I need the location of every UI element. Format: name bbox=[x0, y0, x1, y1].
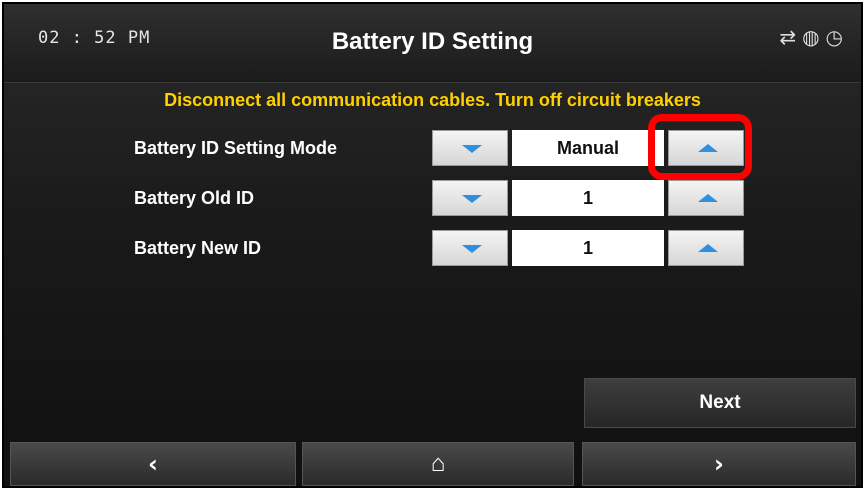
nav-home-button[interactable]: ⌂ bbox=[302, 442, 574, 486]
setting-mode-increment-button[interactable] bbox=[668, 130, 744, 166]
arrow-up-icon bbox=[698, 144, 718, 152]
arrow-up-icon bbox=[698, 244, 718, 252]
chevron-right-icon: › bbox=[714, 450, 724, 478]
home-icon: ⌂ bbox=[430, 450, 446, 477]
chevron-left-icon: ‹ bbox=[148, 450, 158, 478]
device-screen: 02 : 52 PM Battery ID Setting ⇄ ◍ ◷ Disc… bbox=[2, 2, 863, 488]
setting-mode-label: Battery ID Setting Mode bbox=[134, 138, 338, 158]
nav-back-button[interactable]: ‹ bbox=[10, 442, 296, 486]
old-id-increment-button[interactable] bbox=[668, 180, 744, 216]
new-id-decrement-button[interactable] bbox=[432, 230, 508, 266]
nav-forward-button[interactable]: › bbox=[582, 442, 856, 486]
bottom-nav: ‹ ⌂ › bbox=[4, 442, 861, 486]
new-id-value: 1 bbox=[512, 230, 664, 266]
arrow-down-icon bbox=[462, 195, 482, 203]
new-id-increment-button[interactable] bbox=[668, 230, 744, 266]
setting-mode-value: Manual bbox=[512, 130, 664, 166]
gauge-icon: ◷ bbox=[825, 27, 843, 49]
header-divider bbox=[4, 82, 861, 83]
new-id-label: Battery New ID bbox=[134, 238, 262, 258]
page-title: Battery ID Setting bbox=[331, 28, 534, 55]
old-id-control: 1 bbox=[432, 180, 744, 216]
new-id-control: 1 bbox=[432, 230, 744, 266]
sync-icon: ⇄ bbox=[779, 27, 797, 49]
old-id-label: Battery Old ID bbox=[134, 188, 255, 208]
old-id-decrement-button[interactable] bbox=[432, 180, 508, 216]
warning-message: Disconnect all communication cables. Tur… bbox=[164, 90, 701, 110]
setting-mode-control: Manual bbox=[432, 130, 744, 166]
arrow-down-icon bbox=[462, 245, 482, 253]
arrow-up-icon bbox=[698, 194, 718, 202]
status-icons: ⇄ ◍ ◷ bbox=[779, 26, 843, 50]
arrow-down-icon bbox=[462, 145, 482, 153]
next-button[interactable]: Next bbox=[584, 378, 856, 428]
globe-icon: ◍ bbox=[802, 27, 820, 49]
header-bar: 02 : 52 PM Battery ID Setting ⇄ ◍ ◷ bbox=[4, 4, 861, 82]
old-id-value: 1 bbox=[512, 180, 664, 216]
setting-mode-decrement-button[interactable] bbox=[432, 130, 508, 166]
